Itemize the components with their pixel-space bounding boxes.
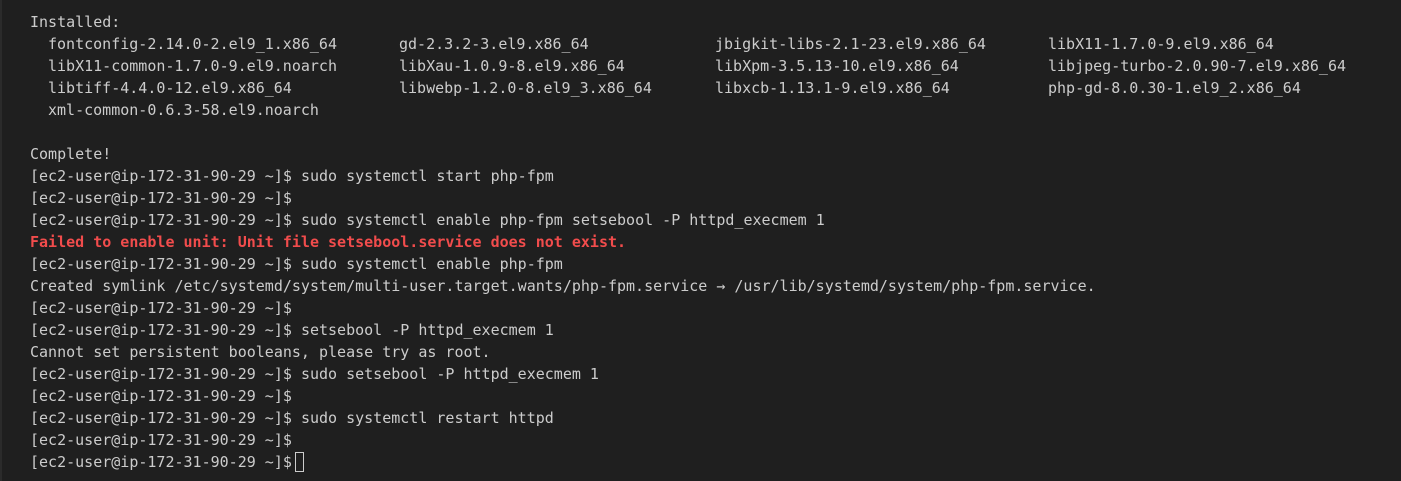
- terminal-lines: [ec2-user@ip-172-31-90-29 ~]$ sudo syste…: [30, 165, 1401, 473]
- error-message: Failed to enable unit: Unit file setsebo…: [30, 233, 627, 251]
- command-text: sudo systemctl enable php-fpm: [300, 255, 563, 273]
- package-name: libX11-common-1.7.0-9.el9.noarch: [48, 57, 337, 75]
- package-name: libX11-1.7.0-9.el9.x86_64: [1048, 35, 1274, 53]
- package-name: libwebp-1.2.0-8.el9_3.x86_64: [399, 79, 652, 97]
- package-name: libjpeg-turbo-2.0.90-7.el9.x86_64: [1048, 57, 1347, 75]
- package-row: libtiff-4.4.0-12.el9.x86_64 libwebp-1.2.0…: [30, 77, 1401, 99]
- shell-prompt: [ec2-user@ip-172-31-90-29 ~]$: [30, 167, 292, 185]
- command-line: [ec2-user@ip-172-31-90-29 ~]$: [30, 297, 1401, 319]
- shell-prompt: [ec2-user@ip-172-31-90-29 ~]$: [30, 387, 292, 405]
- package-row: libX11-common-1.7.0-9.el9.noarch libXau-1…: [30, 55, 1401, 77]
- shell-prompt: [ec2-user@ip-172-31-90-29 ~]$: [30, 211, 292, 229]
- output-line: Created symlink /etc/systemd/system/mult…: [30, 277, 1096, 295]
- package-name: fontconfig-2.14.0-2.el9_1.x86_64: [48, 35, 337, 53]
- command-text: sudo systemctl start php-fpm: [300, 167, 554, 185]
- command-text: setsebool -P httpd_execmem 1: [300, 321, 554, 339]
- package-name: php-gd-8.0.30-1.el9_2.x86_64: [1048, 79, 1301, 97]
- terminal-output[interactable]: Installed: fontconfig-2.14.0-2.el9_1.x86…: [0, 0, 1401, 481]
- shell-prompt: [ec2-user@ip-172-31-90-29 ~]$: [30, 321, 292, 339]
- package-name: gd-2.3.2-3.el9.x86_64: [399, 35, 589, 53]
- command-line: [ec2-user@ip-172-31-90-29 ~]$ sudo syste…: [30, 407, 1401, 429]
- complete-message: Complete!: [30, 145, 112, 163]
- package-name: xml-common-0.6.3-58.el9.noarch: [48, 101, 319, 119]
- shell-prompt: [ec2-user@ip-172-31-90-29 ~]$: [30, 409, 292, 427]
- active-prompt-line: [ec2-user@ip-172-31-90-29 ~]$: [30, 451, 1401, 473]
- shell-prompt: [ec2-user@ip-172-31-90-29 ~]$: [30, 453, 292, 471]
- command-line: [ec2-user@ip-172-31-90-29 ~]$: [30, 385, 1401, 407]
- command-line: [ec2-user@ip-172-31-90-29 ~]$ sudo syste…: [30, 253, 1401, 275]
- installed-header: Installed:: [30, 13, 121, 31]
- installed-packages-grid: fontconfig-2.14.0-2.el9_1.x86_64 gd-2.3.2…: [30, 33, 1401, 121]
- command-line: [ec2-user@ip-172-31-90-29 ~]$ sudo syste…: [30, 165, 1401, 187]
- command-line: [ec2-user@ip-172-31-90-29 ~]$: [30, 187, 1401, 209]
- command-text: sudo setsebool -P httpd_execmem 1: [300, 365, 599, 383]
- command-line: [ec2-user@ip-172-31-90-29 ~]$ sudo syste…: [30, 209, 1401, 231]
- command-line: [ec2-user@ip-172-31-90-29 ~]$ sudo setse…: [30, 363, 1401, 385]
- package-name: libxcb-1.13.1-9.el9.x86_64: [715, 79, 950, 97]
- package-name: libtiff-4.4.0-12.el9.x86_64: [48, 79, 292, 97]
- command-line: [ec2-user@ip-172-31-90-29 ~]$: [30, 429, 1401, 451]
- output-line: Cannot set persistent booleans, please t…: [30, 343, 491, 361]
- panel-edge: [0, 0, 2, 481]
- shell-prompt: [ec2-user@ip-172-31-90-29 ~]$: [30, 299, 292, 317]
- package-row: fontconfig-2.14.0-2.el9_1.x86_64 gd-2.3.2…: [30, 33, 1401, 55]
- command-text: sudo systemctl enable php-fpm setsebool …: [300, 211, 825, 229]
- command-line: [ec2-user@ip-172-31-90-29 ~]$ setsebool …: [30, 319, 1401, 341]
- shell-prompt: [ec2-user@ip-172-31-90-29 ~]$: [30, 365, 292, 383]
- text-cursor[interactable]: [294, 452, 304, 472]
- shell-prompt: [ec2-user@ip-172-31-90-29 ~]$: [30, 189, 292, 207]
- package-name: jbigkit-libs-2.1-23.el9.x86_64: [715, 35, 986, 53]
- shell-prompt: [ec2-user@ip-172-31-90-29 ~]$: [30, 431, 292, 449]
- shell-prompt: [ec2-user@ip-172-31-90-29 ~]$: [30, 255, 292, 273]
- command-text: sudo systemctl restart httpd: [300, 409, 554, 427]
- package-name: libXau-1.0.9-8.el9.x86_64: [399, 57, 625, 75]
- package-row: xml-common-0.6.3-58.el9.noarch: [30, 99, 1401, 121]
- package-name: libXpm-3.5.13-10.el9.x86_64: [715, 57, 959, 75]
